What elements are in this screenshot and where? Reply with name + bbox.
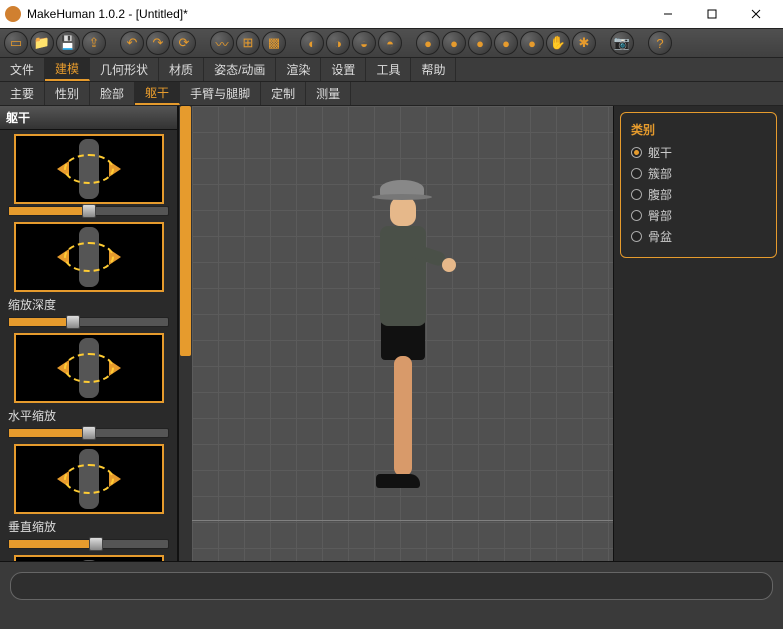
- sub-tab[interactable]: 测量: [306, 82, 351, 105]
- viewport-floor: [192, 520, 613, 521]
- pose-button[interactable]: ✱: [572, 31, 596, 55]
- category-radio[interactable]: 臀部: [631, 207, 766, 224]
- radio-label: 臀部: [648, 207, 672, 224]
- morph-thumbnail[interactable]: [14, 333, 164, 403]
- skin4-button[interactable]: ●: [494, 31, 518, 55]
- radio-dot-icon: [631, 210, 642, 221]
- slider-label: 缩放深度: [4, 294, 173, 315]
- cam-front-button[interactable]: ◐: [300, 31, 324, 55]
- sub-tab[interactable]: 性别: [45, 82, 90, 105]
- morph-thumbnail[interactable]: [14, 444, 164, 514]
- morph-thumbnail[interactable]: [14, 555, 164, 561]
- category-panel: 类别 躯干簇部腹部臀部骨盆: [620, 112, 777, 258]
- camera-button[interactable]: 📷: [610, 31, 634, 55]
- skin5-button[interactable]: ●: [520, 31, 544, 55]
- morph-slider[interactable]: [8, 428, 169, 438]
- sidebar-left-title: 躯干: [0, 106, 177, 130]
- slider-label: 水平缩放: [4, 405, 173, 426]
- category-radio[interactable]: 簇部: [631, 165, 766, 182]
- menu-item[interactable]: 建模: [45, 58, 90, 81]
- skin1-button[interactable]: ●: [416, 31, 440, 55]
- cam-back-button[interactable]: ◒: [352, 31, 376, 55]
- category-radio[interactable]: 腹部: [631, 186, 766, 203]
- sidebar-left: 躯干 缩放深度水平缩放垂直缩放水平偏移: [0, 106, 178, 561]
- category-radio[interactable]: 躯干: [631, 144, 766, 161]
- slider-label: 垂直缩放: [4, 516, 173, 537]
- menu-item[interactable]: 渲染: [276, 58, 321, 81]
- category-panel-title: 类别: [631, 121, 766, 138]
- status-area: [0, 561, 783, 621]
- status-input[interactable]: [10, 572, 773, 600]
- wire-button[interactable]: ⊞: [236, 31, 260, 55]
- radio-label: 簇部: [648, 165, 672, 182]
- cam-top-button[interactable]: ◓: [378, 31, 402, 55]
- radio-label: 腹部: [648, 186, 672, 203]
- undo-button[interactable]: ↶: [120, 31, 144, 55]
- app-icon: [5, 6, 21, 22]
- cam-side-button[interactable]: ◑: [326, 31, 350, 55]
- menu-item[interactable]: 帮助: [411, 58, 456, 81]
- morph-slider[interactable]: [8, 539, 169, 549]
- radio-dot-icon: [631, 147, 642, 158]
- sub-tab[interactable]: 躯干: [135, 82, 180, 105]
- viewport-3d[interactable]: [192, 106, 613, 561]
- open-button[interactable]: 📁: [30, 31, 54, 55]
- radio-dot-icon: [631, 189, 642, 200]
- menu-item[interactable]: 工具: [366, 58, 411, 81]
- menu-item[interactable]: 文件: [0, 58, 45, 81]
- morph-thumbnail[interactable]: [14, 222, 164, 292]
- scrollbar-thumb[interactable]: [180, 106, 191, 356]
- hands-button[interactable]: ✋: [546, 31, 570, 55]
- sub-tab[interactable]: 脸部: [90, 82, 135, 105]
- refresh-button[interactable]: ⟳: [172, 31, 196, 55]
- sub-tab[interactable]: 手臂与腿脚: [180, 82, 261, 105]
- category-radio[interactable]: 骨盆: [631, 228, 766, 245]
- radio-dot-icon: [631, 168, 642, 179]
- radio-label: 骨盆: [648, 228, 672, 245]
- morph-thumbnail[interactable]: [14, 134, 164, 204]
- skin2-button[interactable]: ●: [442, 31, 466, 55]
- sidebar-scrollbar[interactable]: [178, 106, 192, 561]
- menu-item[interactable]: 姿态/动画: [204, 58, 276, 81]
- new-button[interactable]: ▭: [4, 31, 28, 55]
- checker-button[interactable]: ▩: [262, 31, 286, 55]
- morph-slider[interactable]: [8, 317, 169, 327]
- menu-item[interactable]: 设置: [321, 58, 366, 81]
- main-toolbar: ▭📁💾⇪↶↷⟳〰⊞▩◐◑◒◓●●●●●✋✱📷?: [0, 28, 783, 58]
- sub-tab[interactable]: 主要: [0, 82, 45, 105]
- human-figure: [380, 180, 426, 488]
- window-title: MakeHuman 1.0.2 - [Untitled]*: [27, 7, 188, 21]
- menu-item[interactable]: 几何形状: [90, 58, 159, 81]
- minimize-button[interactable]: [646, 0, 690, 28]
- curve-button[interactable]: 〰: [210, 31, 234, 55]
- help-button[interactable]: ?: [648, 31, 672, 55]
- titlebar: MakeHuman 1.0.2 - [Untitled]*: [0, 0, 783, 28]
- close-button[interactable]: [734, 0, 778, 28]
- sidebar-left-body: 缩放深度水平缩放垂直缩放水平偏移: [0, 130, 177, 561]
- menu-item[interactable]: 材质: [159, 58, 204, 81]
- radio-dot-icon: [631, 231, 642, 242]
- save-button[interactable]: 💾: [56, 31, 80, 55]
- maximize-button[interactable]: [690, 0, 734, 28]
- menu-bar: 文件建模几何形状材质姿态/动画渲染设置工具帮助: [0, 58, 783, 82]
- sidebar-right: 类别 躯干簇部腹部臀部骨盆: [613, 106, 783, 561]
- morph-slider[interactable]: [8, 206, 169, 216]
- sub-tab[interactable]: 定制: [261, 82, 306, 105]
- radio-label: 躯干: [648, 144, 672, 161]
- export-button[interactable]: ⇪: [82, 31, 106, 55]
- work-area: 躯干 缩放深度水平缩放垂直缩放水平偏移 类别 躯干簇部腹部臀部骨盆: [0, 106, 783, 561]
- skin3-button[interactable]: ●: [468, 31, 492, 55]
- redo-button[interactable]: ↷: [146, 31, 170, 55]
- tab-bar: 主要性别脸部躯干手臂与腿脚定制测量: [0, 82, 783, 106]
